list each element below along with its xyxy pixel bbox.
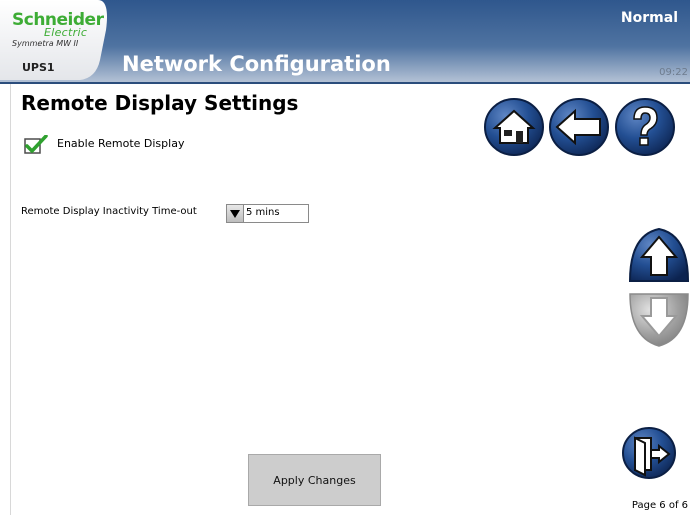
back-button[interactable] [548,97,610,157]
content-divider [10,84,11,515]
system-status: Normal [620,10,678,26]
brand-logo-sub: Electric [44,26,88,39]
page-indicator: Page 6 of 6 [631,500,688,511]
clock: 09:22 [659,67,688,78]
help-button[interactable] [614,97,676,157]
help-icon [615,98,675,156]
checkmark-icon [24,134,48,154]
enable-remote-display-label: Enable Remote Display [57,137,185,150]
exit-button[interactable] [621,426,677,480]
chevron-down-icon [230,210,240,218]
apply-changes-button[interactable]: Apply Changes [248,454,381,506]
unit-name: UPS1 [22,61,55,74]
header-bar: Schneider Electric Symmetra MW II UPS1 N… [0,0,690,84]
dropdown-button[interactable] [227,205,244,222]
enable-remote-display-checkbox[interactable] [24,134,48,155]
scroll-up-button[interactable] [628,227,690,287]
scroll-down-icon [629,293,689,347]
exit-door-icon [622,427,676,479]
scroll-up-icon [628,227,690,282]
back-arrow-icon [549,98,609,156]
section-title: Remote Display Settings [21,91,299,115]
inactivity-timeout-value: 5 mins [246,207,280,218]
home-button[interactable] [483,97,545,157]
inactivity-timeout-select[interactable]: 5 mins [226,204,309,223]
scroll-down-button[interactable] [628,292,690,348]
app-window: Schneider Electric Symmetra MW II UPS1 N… [0,0,690,515]
page-title: Network Configuration [122,52,391,76]
inactivity-timeout-label: Remote Display Inactivity Time-out [21,206,197,217]
home-icon [484,98,544,156]
product-name: Symmetra MW II [12,39,79,48]
